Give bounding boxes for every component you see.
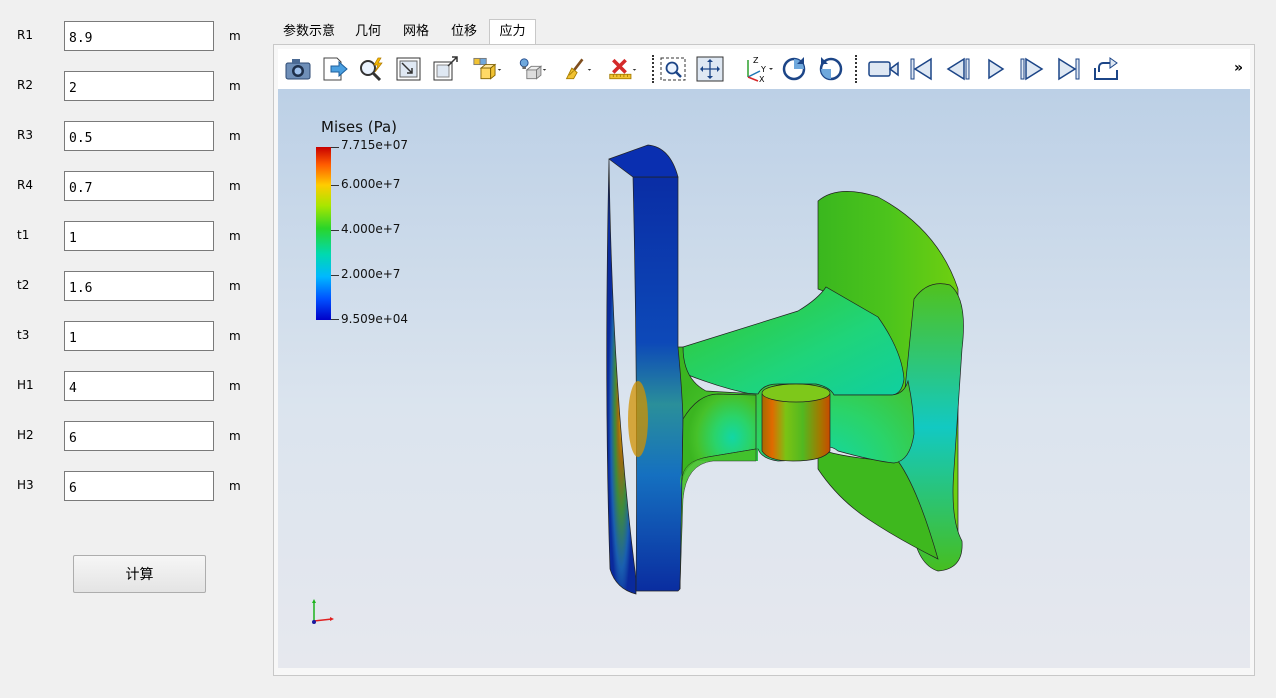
- zoom-to-box-icon[interactable]: [431, 54, 461, 84]
- param-input-t1[interactable]: [64, 221, 214, 251]
- block-display-icon[interactable]: [473, 54, 503, 84]
- param-input-t3[interactable]: [64, 321, 214, 351]
- view-toolbar: Z Y X »: [278, 49, 1250, 89]
- axes-label-z: Z: [753, 56, 759, 65]
- param-input-h3[interactable]: [64, 471, 214, 501]
- tab-geometry[interactable]: 几何: [349, 20, 387, 44]
- param-label: H3: [17, 478, 34, 492]
- param-input-h2[interactable]: [64, 421, 214, 451]
- param-input-r1[interactable]: [64, 21, 214, 51]
- axes-orientation-icon[interactable]: Z Y X: [740, 54, 776, 84]
- param-unit: m: [229, 179, 241, 193]
- axes-label-y: Y: [760, 65, 766, 74]
- orientation-axes-icon: [312, 599, 334, 624]
- param-unit: m: [229, 29, 241, 43]
- tab-parameter-sketch[interactable]: 参数示意: [279, 20, 339, 44]
- tab-mesh[interactable]: 网格: [397, 20, 435, 44]
- param-label: R2: [17, 78, 33, 92]
- param-label: H2: [17, 428, 34, 442]
- param-unit: m: [229, 429, 241, 443]
- param-unit: m: [229, 79, 241, 93]
- loop-icon[interactable]: [1091, 54, 1121, 84]
- param-input-h1[interactable]: [64, 371, 214, 401]
- toolbar-separator: [855, 55, 857, 83]
- tab-stress[interactable]: 应力: [489, 19, 536, 45]
- calculate-button[interactable]: 计算: [73, 555, 206, 593]
- param-unit: m: [229, 479, 241, 493]
- stress-model: [606, 144, 964, 595]
- zoom-selection-icon[interactable]: [658, 54, 688, 84]
- render-viewport[interactable]: Mises (Pa) 7.715e+07 6.000e+7 4.000e+7 2…: [278, 89, 1250, 668]
- param-input-r4[interactable]: [64, 171, 214, 201]
- param-label: t2: [17, 278, 30, 292]
- param-label: t1: [17, 228, 30, 242]
- record-icon[interactable]: [868, 54, 900, 84]
- rotate-ccw-icon[interactable]: [816, 54, 846, 84]
- param-input-t2[interactable]: [64, 271, 214, 301]
- fit-view-icon[interactable]: [695, 54, 725, 84]
- axes-label-x: X: [759, 75, 765, 83]
- param-input-r2[interactable]: [64, 71, 214, 101]
- param-label: R3: [17, 128, 33, 142]
- reset-camera-icon[interactable]: [394, 54, 424, 84]
- remove-icon[interactable]: [608, 54, 638, 84]
- param-label: R1: [17, 28, 33, 42]
- param-label: t3: [17, 328, 30, 342]
- clear-icon[interactable]: [563, 54, 593, 84]
- camera-icon[interactable]: [283, 54, 313, 84]
- toolbar-more-button[interactable]: »: [1234, 60, 1243, 76]
- prev-frame-icon[interactable]: [943, 54, 973, 84]
- rotate-cw-icon[interactable]: [779, 54, 809, 84]
- next-frame-icon[interactable]: [1017, 54, 1047, 84]
- param-label: H1: [17, 378, 34, 392]
- param-unit: m: [229, 229, 241, 243]
- param-unit: m: [229, 329, 241, 343]
- first-frame-icon[interactable]: [906, 54, 936, 84]
- param-input-r3[interactable]: [64, 121, 214, 151]
- param-unit: m: [229, 279, 241, 293]
- zoom-magic-icon[interactable]: [357, 54, 387, 84]
- param-unit: m: [229, 379, 241, 393]
- param-label: R4: [17, 178, 33, 192]
- toolbar-separator: [652, 55, 654, 83]
- light-icon[interactable]: [518, 54, 548, 84]
- last-frame-icon[interactable]: [1054, 54, 1084, 84]
- tab-displacement[interactable]: 位移: [445, 20, 483, 44]
- param-unit: m: [229, 129, 241, 143]
- play-icon[interactable]: [980, 54, 1010, 84]
- export-icon[interactable]: [320, 54, 350, 84]
